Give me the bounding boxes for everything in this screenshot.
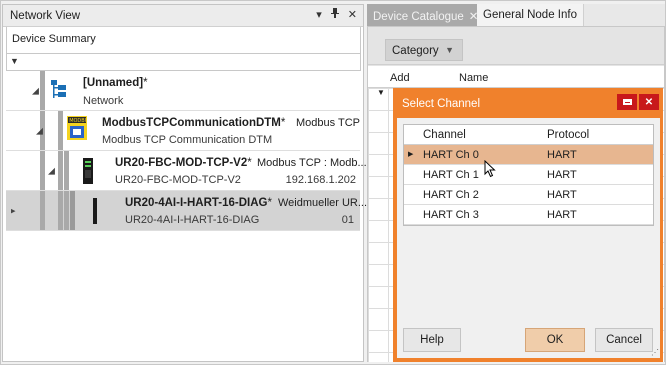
- close-icon[interactable]: ✕: [348, 8, 357, 21]
- node-subtitle: UR20-4AI-I-HART-16-DIAG: [125, 214, 260, 226]
- close-icon[interactable]: ✕: [639, 94, 659, 110]
- tab-device-catalogue[interactable]: Device Catalogue ✕: [367, 4, 478, 26]
- select-channel-dialog: Select Channel ✕ Channel Protocol ▶ HART…: [393, 88, 663, 362]
- dialog-body: Channel Protocol ▶ HART Ch 0 HART HART C…: [397, 118, 660, 358]
- network-view-panel: Network View ▾ ✕ Device Summary ▼ ◢ [Unn…: [2, 4, 367, 362]
- node-subtitle: Network: [83, 95, 124, 107]
- tree-indent: [40, 151, 45, 190]
- catalogue-header: Add Name: [368, 66, 664, 88]
- column-channel[interactable]: Channel: [423, 129, 466, 141]
- collapse-icon[interactable]: ◢: [32, 85, 39, 96]
- network-tree-icon: [51, 80, 67, 103]
- column-protocol[interactable]: Protocol: [547, 129, 589, 141]
- column-name[interactable]: Name: [459, 72, 488, 84]
- cancel-button[interactable]: Cancel: [595, 328, 653, 352]
- help-button[interactable]: Help: [403, 328, 461, 352]
- bus-coupler-icon: [83, 158, 93, 187]
- channel-table: Channel Protocol ▶ HART Ch 0 HART HART C…: [403, 124, 654, 226]
- mouse-cursor-icon: [484, 159, 496, 181]
- maximize-icon[interactable]: [617, 94, 637, 110]
- pin-icon[interactable]: [330, 8, 339, 21]
- channel-table-header: Channel Protocol: [404, 125, 653, 145]
- protocol-cell: HART: [547, 209, 577, 221]
- node-title: ModbusTCPCommunicationDTM*: [102, 117, 286, 129]
- collapse-icon[interactable]: ◢: [48, 165, 55, 176]
- dropdown-arrow-icon: ▼: [445, 45, 454, 55]
- category-dropdown[interactable]: Category ▼: [385, 39, 463, 61]
- table-row[interactable]: ▶ HART Ch 0 HART: [404, 145, 653, 165]
- tree-indent: [40, 71, 45, 110]
- filter-icon[interactable]: ▼: [10, 56, 19, 66]
- node-title: [Unnamed]*: [83, 77, 148, 89]
- protocol-cell: HART: [547, 149, 577, 161]
- node-title: UR20-FBC-MOD-TCP-V2*: [115, 157, 252, 169]
- current-row-icon: ▶: [408, 151, 414, 158]
- tree-node-io-module[interactable]: ▸ UR20-4AI-I-HART-16-DIAG* Weidmueller U…: [6, 191, 367, 231]
- ok-button[interactable]: OK: [525, 328, 585, 352]
- node-address: 192.168.1.202: [285, 174, 356, 186]
- network-view-title: Network View: [10, 9, 81, 22]
- tree-indent: [70, 191, 75, 230]
- node-subtitle: UR20-FBC-MOD-TCP-V2: [115, 174, 241, 186]
- channel-cell: HART Ch 2: [423, 189, 479, 201]
- io-module-icon: [93, 198, 97, 227]
- tree-indent: [58, 111, 63, 150]
- protocol-cell: HART: [547, 169, 577, 181]
- tab-bar: Device Catalogue ✕ General Node Info: [367, 4, 665, 26]
- node-subtitle: Modbus TCP Communication DTM: [102, 134, 273, 146]
- table-row[interactable]: HART Ch 3 HART: [404, 205, 653, 225]
- tree-indent: [58, 191, 63, 230]
- channel-cell: HART Ch 1: [423, 169, 479, 181]
- node-address: 01: [341, 214, 354, 226]
- device-summary-label: Device Summary: [12, 33, 96, 45]
- tree-indent: [64, 191, 69, 230]
- tab-label: Device Catalogue: [373, 11, 464, 23]
- node-protocol: Modbus TCP: [296, 117, 360, 129]
- catalogue-toolbar: Category ▼: [368, 27, 664, 65]
- tree-node-bus-coupler[interactable]: ◢ UR20-FBC-MOD-TCP-V2* Modbus TCP : Modb…: [6, 151, 367, 191]
- device-summary-header[interactable]: Device Summary: [6, 27, 361, 54]
- network-view-titlebar: Network View ▾ ✕: [3, 5, 363, 27]
- resize-grip-icon[interactable]: ⋰: [651, 348, 659, 357]
- table-row[interactable]: HART Ch 2 HART: [404, 185, 653, 205]
- node-protocol: Weidmueller UR...: [278, 197, 368, 209]
- panel-options-icon[interactable]: ▾: [316, 8, 322, 21]
- category-label: Category: [392, 45, 439, 57]
- table-row[interactable]: HART Ch 1 HART: [404, 165, 653, 185]
- filter-row[interactable]: ▼: [6, 54, 361, 71]
- node-title: UR20-4AI-I-HART-16-DIAG*: [125, 197, 272, 209]
- tree-indent: [40, 191, 45, 230]
- tab-label: General Node Info: [483, 9, 577, 21]
- node-protocol: Modbus TCP : Modb...: [257, 157, 367, 169]
- channel-cell: HART Ch 3: [423, 209, 479, 221]
- tree-node-network[interactable]: ◢ [Unnamed]* Network: [6, 71, 360, 111]
- modbus-logo-icon: MODBUS: [67, 116, 92, 143]
- svg-text:MODBUS: MODBUS: [69, 118, 87, 124]
- tree-indent: [64, 151, 69, 190]
- column-add[interactable]: Add: [390, 72, 410, 84]
- expand-icon[interactable]: ▸: [11, 205, 16, 216]
- tree-indent: [58, 151, 63, 190]
- filter-icon[interactable]: ▼: [377, 88, 385, 97]
- tab-general-node-info[interactable]: General Node Info: [477, 4, 584, 26]
- collapse-icon[interactable]: ◢: [36, 125, 43, 136]
- tree-node-modbus-dtm[interactable]: ◢ MODBUS ModbusTCPCommunicationDTM* Modb…: [6, 111, 360, 151]
- channel-cell: HART Ch 0: [423, 149, 479, 161]
- dialog-title: Select Channel: [402, 98, 480, 110]
- protocol-cell: HART: [547, 189, 577, 201]
